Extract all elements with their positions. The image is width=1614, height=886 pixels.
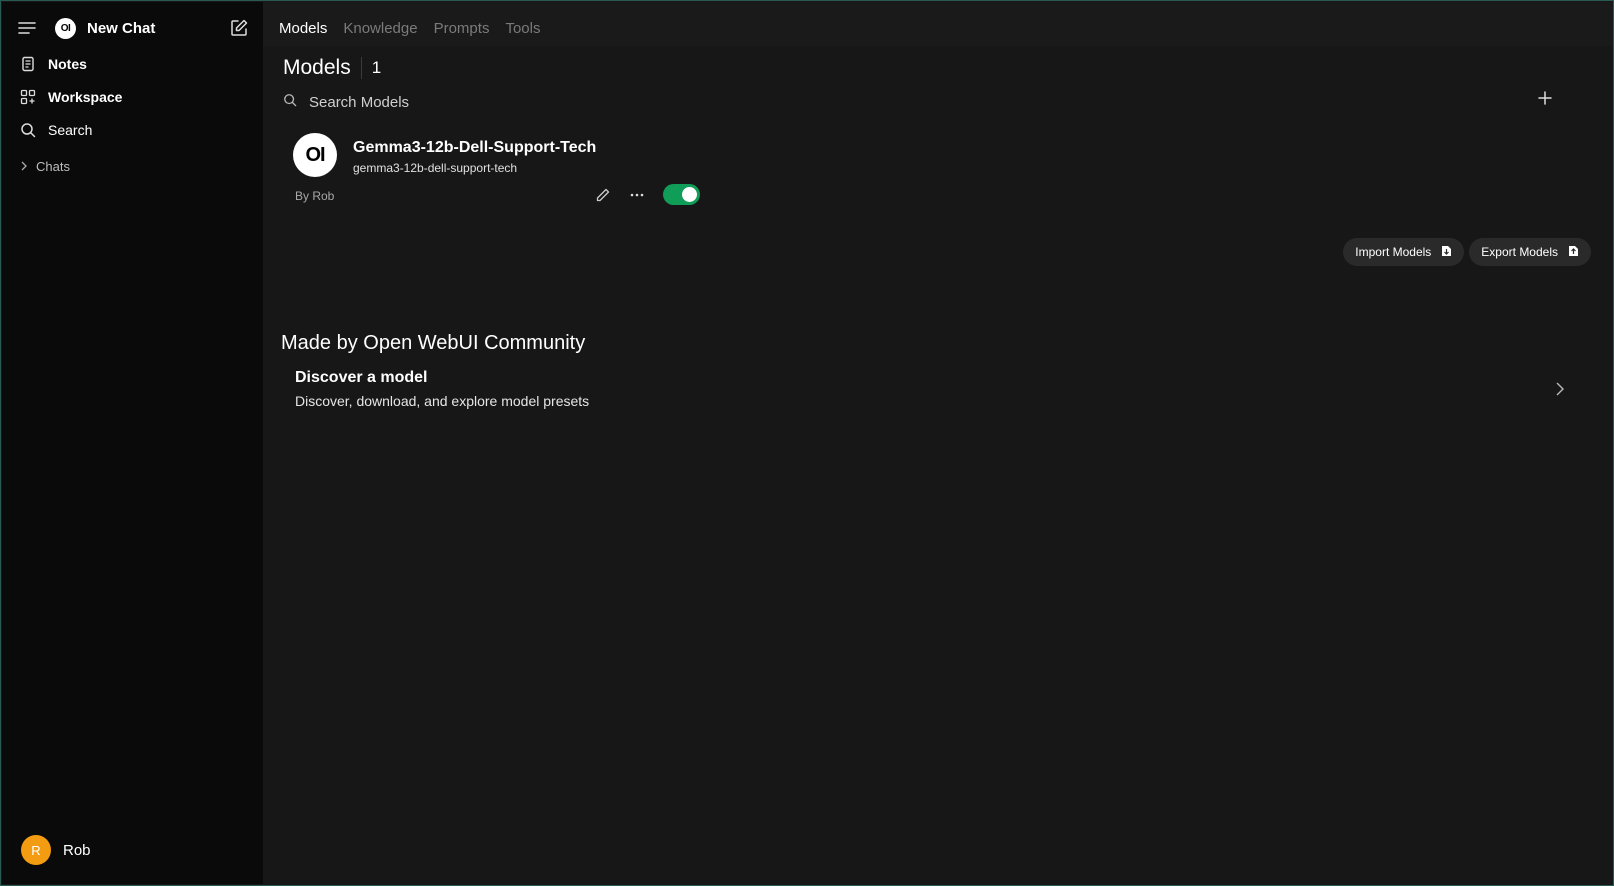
import-models-button[interactable]: Import Models [1343, 238, 1465, 266]
model-author: By Rob [295, 189, 335, 203]
export-models-button[interactable]: Export Models [1469, 238, 1591, 266]
main-content: Models Knowledge Prompts Tools Models 1 … [263, 2, 1613, 884]
model-card[interactable]: OI Gemma3-12b-Dell-Support-Tech gemma3-1… [283, 130, 703, 210]
tab-tools[interactable]: Tools [505, 20, 540, 37]
search-bar [283, 90, 1583, 114]
app-window: OI New Chat Notes Workspace Search Chats… [0, 0, 1614, 886]
search-icon [18, 120, 38, 140]
tab-knowledge[interactable]: Knowledge [343, 20, 417, 37]
notes-icon [18, 54, 38, 74]
chevron-right-icon [20, 159, 28, 174]
model-id: gemma3-12b-dell-support-tech [353, 161, 518, 175]
workspace-icon [18, 87, 38, 107]
compose-icon[interactable] [229, 18, 249, 38]
edit-pencil-icon[interactable] [595, 187, 611, 208]
chats-group-label: Chats [36, 159, 70, 174]
model-actions: Import Models Export Models [1343, 238, 1591, 266]
sidebar-item-notes[interactable]: Notes [18, 54, 87, 74]
sidebar: OI New Chat Notes Workspace Search Chats… [2, 2, 263, 884]
tab-prompts[interactable]: Prompts [434, 20, 490, 37]
sidebar-item-search[interactable]: Search [18, 120, 92, 140]
file-import-icon [1441, 245, 1452, 260]
toggle-knob [682, 187, 697, 202]
add-model-icon[interactable] [1537, 90, 1553, 111]
avatar: R [21, 835, 51, 865]
model-count: 1 [371, 58, 382, 77]
user-menu[interactable]: R Rob [21, 835, 91, 865]
file-export-icon [1568, 245, 1579, 260]
tab-list: Models Knowledge Prompts Tools [279, 20, 540, 37]
chats-group-toggle[interactable]: Chats [20, 159, 70, 174]
sidebar-item-label: Notes [48, 56, 87, 72]
chevron-right-icon [1555, 381, 1565, 402]
discover-model-link[interactable]: Discover a model Discover, download, and… [295, 369, 1565, 413]
discover-subtitle: Discover, download, and explore model pr… [295, 393, 590, 409]
discover-title: Discover a model [295, 369, 428, 386]
community-section-title: Made by Open WebUI Community [281, 332, 586, 354]
page-title: Models [283, 56, 351, 79]
menu-icon[interactable] [17, 18, 37, 38]
page-header: Models 1 [283, 56, 381, 80]
tab-models[interactable]: Models [279, 20, 327, 37]
more-options-icon[interactable] [629, 187, 645, 208]
sidebar-item-workspace[interactable]: Workspace [18, 87, 122, 107]
user-name: Rob [63, 841, 91, 859]
model-enabled-toggle[interactable] [663, 184, 700, 205]
search-input[interactable] [309, 93, 909, 111]
workspace-tabs-bar: Models Knowledge Prompts Tools [263, 2, 1613, 46]
model-name[interactable]: Gemma3-12b-Dell-Support-Tech [353, 139, 596, 157]
import-label: Import Models [1355, 245, 1432, 259]
divider [360, 57, 362, 79]
model-logo: OI [293, 133, 337, 177]
sidebar-item-label: Search [48, 122, 93, 138]
export-label: Export Models [1481, 245, 1558, 259]
app-logo: OI [55, 18, 76, 39]
new-chat-button[interactable]: New Chat [87, 20, 155, 37]
search-icon [283, 93, 297, 112]
sidebar-item-label: Workspace [48, 89, 123, 105]
